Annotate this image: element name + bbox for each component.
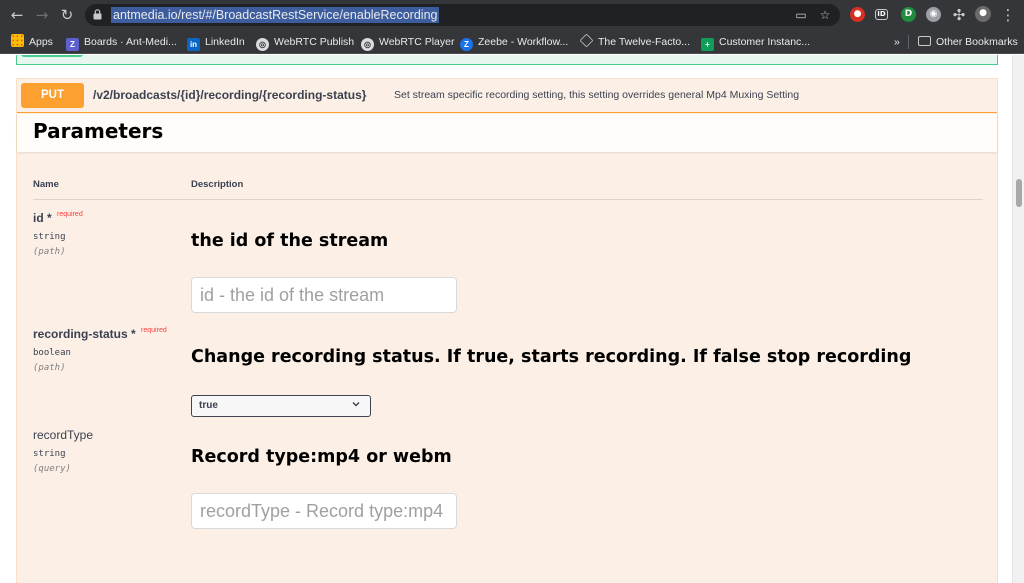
param-type-id: string xyxy=(33,232,66,242)
back-arrow-icon[interactable]: ← xyxy=(8,6,26,24)
param-type-recording-status: boolean xyxy=(33,348,71,358)
cast-icon[interactable]: ▭ xyxy=(793,7,809,23)
menu-kebab-icon[interactable]: ⋮ xyxy=(999,6,1017,24)
bookmark-divider xyxy=(908,35,909,49)
zeebe-icon: Z xyxy=(460,38,473,51)
recording-status-select[interactable]: true xyxy=(191,395,371,417)
folder-icon xyxy=(918,36,931,46)
column-header-description: Description xyxy=(191,179,244,190)
url-text[interactable]: antmedia.io/rest/#/BroadcastRestService/… xyxy=(111,7,440,23)
param-type-recordtype: string xyxy=(33,449,66,459)
column-header-name: Name xyxy=(33,179,59,190)
extension-red-icon[interactable]: ● xyxy=(850,7,865,22)
twelve-factor-icon xyxy=(579,33,594,48)
globe-icon: ◎ xyxy=(361,38,374,51)
required-label: required xyxy=(141,327,167,334)
forward-arrow-icon[interactable]: → xyxy=(33,6,51,24)
parameters-title: Parameters xyxy=(33,119,164,143)
param-name-recordtype: recordType xyxy=(33,428,94,442)
apps-grid-icon xyxy=(11,34,24,47)
bookmarks-bar: Apps Z Boards · Ant-Medi... in LinkedIn ◎ W… xyxy=(0,30,1024,54)
operation-block-put: PUT /v2/broadcasts/{id}/recording/{recor… xyxy=(16,78,998,583)
profile-avatar[interactable]: ● xyxy=(975,6,991,22)
zenhub-icon: Z xyxy=(66,38,79,51)
lock-icon xyxy=(93,9,102,20)
operation-path: /v2/broadcasts/{id}/recording/{recording… xyxy=(93,88,367,102)
parameters-header: Parameters xyxy=(17,114,997,152)
extension-green-icon[interactable]: D xyxy=(901,7,916,22)
more-bookmarks-chevron[interactable]: » xyxy=(894,33,900,51)
browser-toolbar: ← → ↻ antmedia.io/rest/#/BroadcastRestSe… xyxy=(0,0,1024,30)
other-bookmarks[interactable]: Other Bookmarks xyxy=(918,33,1018,51)
param-name-recording-status: recording-status * required xyxy=(33,327,167,341)
chevron-down-icon xyxy=(352,402,360,407)
param-in-id: (path) xyxy=(33,247,66,257)
bookmark-customer-instance[interactable]: + Customer Instanc... xyxy=(701,33,810,51)
bookmark-webrtc-publish[interactable]: ◎ WebRTC Publish xyxy=(256,33,354,51)
scrollbar-thumb[interactable] xyxy=(1016,179,1022,207)
bookmark-star-icon[interactable]: ☆ xyxy=(817,7,833,23)
globe-icon: ◎ xyxy=(256,38,269,51)
bookmark-twelve-factor[interactable]: The Twelve-Facto... xyxy=(579,33,690,51)
recordtype-input[interactable] xyxy=(191,493,457,529)
param-in-recording-status: (path) xyxy=(33,363,66,373)
header-divider xyxy=(33,199,983,200)
bookmark-zeebe[interactable]: Z Zeebe - Workflow... xyxy=(460,33,568,51)
param-description-id: the id of the stream xyxy=(191,231,389,251)
address-bar[interactable]: antmedia.io/rest/#/BroadcastRestService/… xyxy=(85,4,840,26)
param-in-recordtype: (query) xyxy=(33,464,71,474)
reload-icon[interactable]: ↻ xyxy=(58,6,76,24)
param-description-recording-status: Change recording status. If true, starts… xyxy=(191,347,912,367)
param-description-recordtype: Record type:mp4 or webm xyxy=(191,447,452,467)
extension-circle-icon[interactable]: ◉ xyxy=(926,7,941,22)
page-scrollbar[interactable] xyxy=(1012,55,1024,583)
operation-summary-text: Set stream specific recording setting, t… xyxy=(394,89,800,101)
bookmark-apps[interactable]: Apps xyxy=(11,33,53,51)
extension-id-icon[interactable]: ID xyxy=(875,9,888,20)
param-name-id: id * required xyxy=(33,211,83,225)
bookmark-webrtc-player[interactable]: ◎ WebRTC Player xyxy=(361,33,454,51)
id-input[interactable] xyxy=(191,277,457,313)
method-badge: PUT xyxy=(21,83,84,108)
previous-operation-block[interactable] xyxy=(16,55,998,65)
previous-method-badge xyxy=(21,55,83,57)
bookmark-linkedin[interactable]: in LinkedIn xyxy=(187,33,245,51)
operation-summary[interactable]: PUT /v2/broadcasts/{id}/recording/{recor… xyxy=(17,79,997,113)
bookmark-boards[interactable]: Z Boards · Ant-Medi... xyxy=(66,33,177,51)
linkedin-icon: in xyxy=(187,38,200,51)
extensions-puzzle-icon[interactable]: ✣ xyxy=(950,6,968,24)
required-label: required xyxy=(57,211,83,218)
page-content: PUT /v2/broadcasts/{id}/recording/{recor… xyxy=(0,55,1012,583)
sheets-icon: + xyxy=(701,38,714,51)
